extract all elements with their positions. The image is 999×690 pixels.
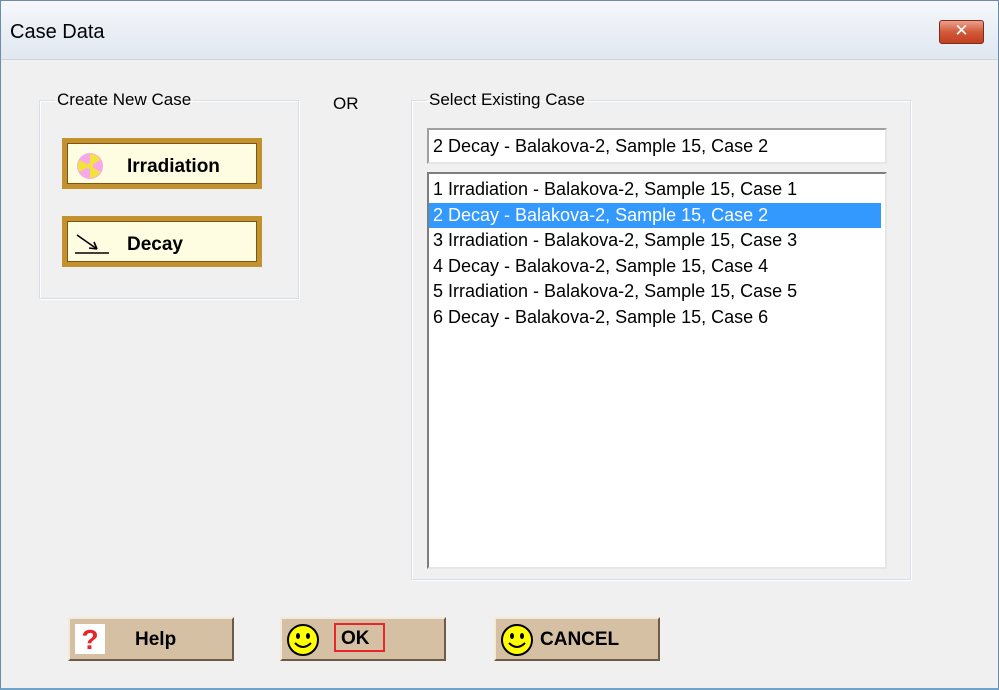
- smiley-icon: [500, 623, 534, 663]
- select-existing-case-legend: Select Existing Case: [429, 90, 585, 109]
- irradiation-button[interactable]: Irradiation: [62, 138, 262, 189]
- decay-label: Decay: [127, 234, 183, 255]
- ok-button[interactable]: OK: [280, 617, 446, 661]
- or-label: OR: [333, 94, 359, 113]
- close-button[interactable]: ✕: [939, 20, 984, 44]
- dialog-body: Create New Case Irradiation Decay OR Sel…: [1, 60, 998, 688]
- case-list-item[interactable]: 1 Irradiation - Balakova-2, Sample 15, C…: [429, 177, 881, 203]
- help-label: Help: [135, 629, 177, 650]
- create-new-case-legend: Create New Case: [57, 90, 192, 109]
- decay-button[interactable]: Decay: [62, 216, 262, 267]
- case-list-item[interactable]: 3 Irradiation - Balakova-2, Sample 15, C…: [429, 228, 881, 254]
- svg-text:?: ?: [81, 624, 98, 655]
- cancel-button[interactable]: CANCEL: [494, 617, 660, 661]
- decay-arrow-icon: [73, 229, 113, 265]
- case-list-item[interactable]: 4 Decay - Balakova-2, Sample 15, Case 4: [429, 254, 881, 280]
- title-bar[interactable]: Case Data ✕: [1, 1, 998, 60]
- case-list-item[interactable]: 5 Irradiation - Balakova-2, Sample 15, C…: [429, 279, 881, 305]
- case-list-item-selected[interactable]: 2 Decay - Balakova-2, Sample 15, Case 2: [429, 202, 881, 228]
- create-new-case-group: Create New Case: [39, 90, 299, 299]
- case-list-item[interactable]: 6 Decay - Balakova-2, Sample 15, Case 6: [429, 305, 881, 331]
- ok-label: OK: [334, 623, 385, 652]
- selected-case-field[interactable]: 2 Decay - Balakova-2, Sample 15, Case 2: [427, 128, 887, 164]
- cancel-label: CANCEL: [540, 629, 620, 650]
- close-icon: ✕: [954, 21, 969, 41]
- radiation-icon: [73, 151, 107, 187]
- question-mark-icon: ?: [74, 623, 106, 661]
- existing-case-list[interactable]: 1 Irradiation - Balakova-2, Sample 15, C…: [427, 172, 887, 569]
- case-data-dialog: Case Data ✕ Create New Case Irradiation: [0, 0, 999, 690]
- irradiation-label: Irradiation: [127, 156, 220, 177]
- help-button[interactable]: ? Help: [68, 617, 234, 661]
- smiley-icon: [286, 623, 320, 663]
- window-title: Case Data: [10, 21, 105, 43]
